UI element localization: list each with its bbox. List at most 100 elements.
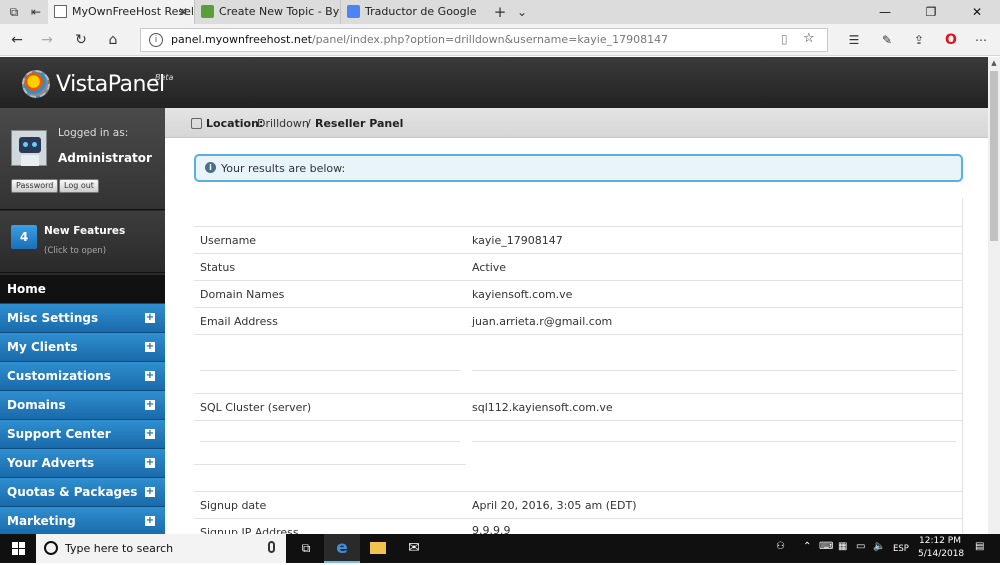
taskbar-search-box[interactable]: Type here to search	[36, 534, 286, 563]
task-view-icon[interactable]: ⧉	[288, 534, 324, 563]
avatar	[11, 130, 47, 166]
main-content: Location: Drilldown / Reseller Panel i Y…	[165, 108, 988, 534]
expand-plus-icon[interactable]: +	[145, 516, 155, 526]
browser-tab-strip: ⧉ ⇤ MyOwnFreeHost Reselle ✕ Create New T…	[0, 0, 1000, 24]
close-window-icon[interactable]: ✕	[954, 0, 1000, 24]
windows-start-icon[interactable]	[0, 534, 36, 563]
set-aside-tabs-icon[interactable]: ⇤	[28, 4, 44, 20]
file-explorer-icon[interactable]	[360, 534, 396, 563]
edge-browser-icon[interactable]: e	[324, 534, 360, 563]
back-arrow-icon[interactable]: ←	[6, 30, 28, 50]
location-icon	[191, 118, 202, 129]
new-tab-plus-icon[interactable]: +	[492, 4, 508, 20]
translate-favicon-icon	[347, 5, 360, 18]
scroll-up-arrow-icon[interactable]: ▲	[988, 57, 1000, 69]
share-icon[interactable]: ⇪	[908, 30, 930, 50]
input-language[interactable]: ESP	[893, 544, 909, 554]
minimize-icon[interactable]: —	[862, 0, 908, 24]
sidebar-item-marketing[interactable]: Marketing +	[0, 507, 165, 536]
features-count-badge: 4	[11, 225, 37, 249]
expand-plus-icon[interactable]: +	[145, 342, 155, 352]
site-info-icon[interactable]: i	[149, 33, 163, 47]
logout-button[interactable]: Log out	[59, 179, 99, 193]
vistapanel-beta-label: Beta	[155, 73, 174, 82]
sidebar-menu: Home Misc Settings + My Clients + Custom…	[0, 275, 179, 536]
sidebar-item-label: Quotas & Packages	[7, 485, 138, 499]
field-value-sql-cluster: sql112.kayiensoft.com.ve	[472, 401, 613, 414]
refresh-icon[interactable]: ↻	[70, 30, 92, 50]
microphone-icon[interactable]	[268, 541, 275, 553]
field-value-domain-names: kayiensoft.com.ve	[472, 288, 573, 301]
expand-plus-icon[interactable]: +	[145, 371, 155, 381]
user-name: Administrator	[58, 151, 152, 165]
mail-icon[interactable]: ✉	[396, 534, 432, 563]
sidebar-item-support-center[interactable]: Support Center +	[0, 420, 165, 449]
reading-view-icon[interactable]: ▯	[781, 32, 788, 46]
sidebar-item-label: Home	[7, 282, 46, 296]
tab-create-new-topic[interactable]: Create New Topic - Byet / If	[194, 0, 340, 24]
row-divider	[194, 491, 963, 492]
expand-plus-icon[interactable]: +	[145, 487, 155, 497]
clock-time[interactable]: 12:12 PM	[919, 536, 961, 546]
expand-plus-icon[interactable]: +	[145, 400, 155, 410]
forum-favicon-icon	[201, 5, 214, 18]
vistapanel-logo-gear-icon	[22, 70, 50, 98]
row-divider	[472, 370, 956, 371]
tab-google-translate[interactable]: Traductor de Google	[340, 0, 486, 24]
page-favicon-icon	[54, 5, 67, 18]
tab-label: Traductor de Google	[365, 5, 477, 18]
show-hidden-icons-chevron-icon[interactable]: ⌃	[803, 541, 811, 552]
user-box: Logged in as: Administrator Password Log…	[0, 108, 165, 210]
sidebar-item-your-adverts[interactable]: Your Adverts +	[0, 449, 165, 478]
row-divider	[200, 370, 460, 371]
more-menu-icon[interactable]: ⋯	[970, 30, 992, 50]
restore-window-icon[interactable]: ❐	[908, 0, 954, 24]
keyboard-icon[interactable]: ⌨	[819, 541, 833, 552]
new-features-hint: (Click to open)	[44, 246, 107, 256]
scrollbar-thumb[interactable]	[990, 71, 998, 241]
page-scrollbar[interactable]: ▲	[988, 57, 1000, 534]
row-divider	[194, 334, 963, 335]
breadcrumb-drilldown[interactable]: Drilldown	[257, 117, 309, 130]
sidebar-item-quotas-packages[interactable]: Quotas & Packages +	[0, 478, 165, 507]
new-features-title: New Features	[44, 225, 126, 237]
row-divider	[194, 226, 963, 227]
action-center-icon[interactable]: ▤	[975, 541, 984, 552]
volume-icon[interactable]: 🔈	[873, 541, 885, 552]
expand-plus-icon[interactable]: +	[145, 313, 155, 323]
url-path: /panel/index.php?option=drilldown&userna…	[311, 33, 669, 46]
favorites-hub-icon[interactable]: ☰	[843, 30, 865, 50]
field-label-sql-cluster: SQL Cluster (server)	[200, 401, 312, 414]
sidebar: Logged in as: Administrator Password Log…	[0, 108, 179, 536]
forward-arrow-icon[interactable]: →	[36, 30, 58, 50]
field-value-username: kayie_17908147	[472, 234, 563, 247]
url-host: panel.myownfreehost.net	[171, 33, 312, 46]
web-note-pen-icon[interactable]: ✎	[876, 30, 898, 50]
expand-plus-icon[interactable]: +	[145, 458, 155, 468]
breadcrumb: Location: Drilldown / Reseller Panel	[165, 108, 988, 138]
row-divider	[472, 441, 956, 442]
close-tab-icon[interactable]: ✕	[178, 0, 188, 24]
tab-list-chevron-icon[interactable]: ⌄	[514, 4, 530, 20]
sidebar-item-domains[interactable]: Domains +	[0, 391, 165, 420]
opera-extension-icon[interactable]: O	[940, 30, 962, 50]
tab-preview-icon[interactable]: ⧉	[6, 4, 22, 20]
sidebar-item-customizations[interactable]: Customizations +	[0, 362, 165, 391]
sidebar-item-home[interactable]: Home	[0, 275, 179, 304]
sidebar-item-my-clients[interactable]: My Clients +	[0, 333, 165, 362]
people-icon[interactable]: ⚇	[776, 541, 785, 552]
home-icon[interactable]: ⌂	[102, 30, 124, 50]
clock-date[interactable]: 5/14/2018	[918, 549, 964, 559]
sidebar-item-misc-settings[interactable]: Misc Settings +	[0, 304, 165, 333]
url-text[interactable]: panel.myownfreehost.net/panel/index.php?…	[171, 33, 668, 46]
new-features-box[interactable]: 4 New Features (Click to open)	[0, 211, 165, 273]
expand-plus-icon[interactable]: +	[145, 429, 155, 439]
address-bar[interactable]: i panel.myownfreehost.net/panel/index.ph…	[140, 28, 828, 52]
favorite-star-icon[interactable]: ☆	[803, 31, 815, 46]
field-label-username: Username	[200, 234, 257, 247]
network-icon[interactable]: ▦	[838, 541, 847, 552]
password-button[interactable]: Password	[11, 179, 59, 193]
battery-icon[interactable]: ▭	[856, 541, 865, 552]
logged-in-label: Logged in as:	[58, 127, 129, 139]
tab-myownfreehost[interactable]: MyOwnFreeHost Reselle ✕	[48, 0, 194, 24]
